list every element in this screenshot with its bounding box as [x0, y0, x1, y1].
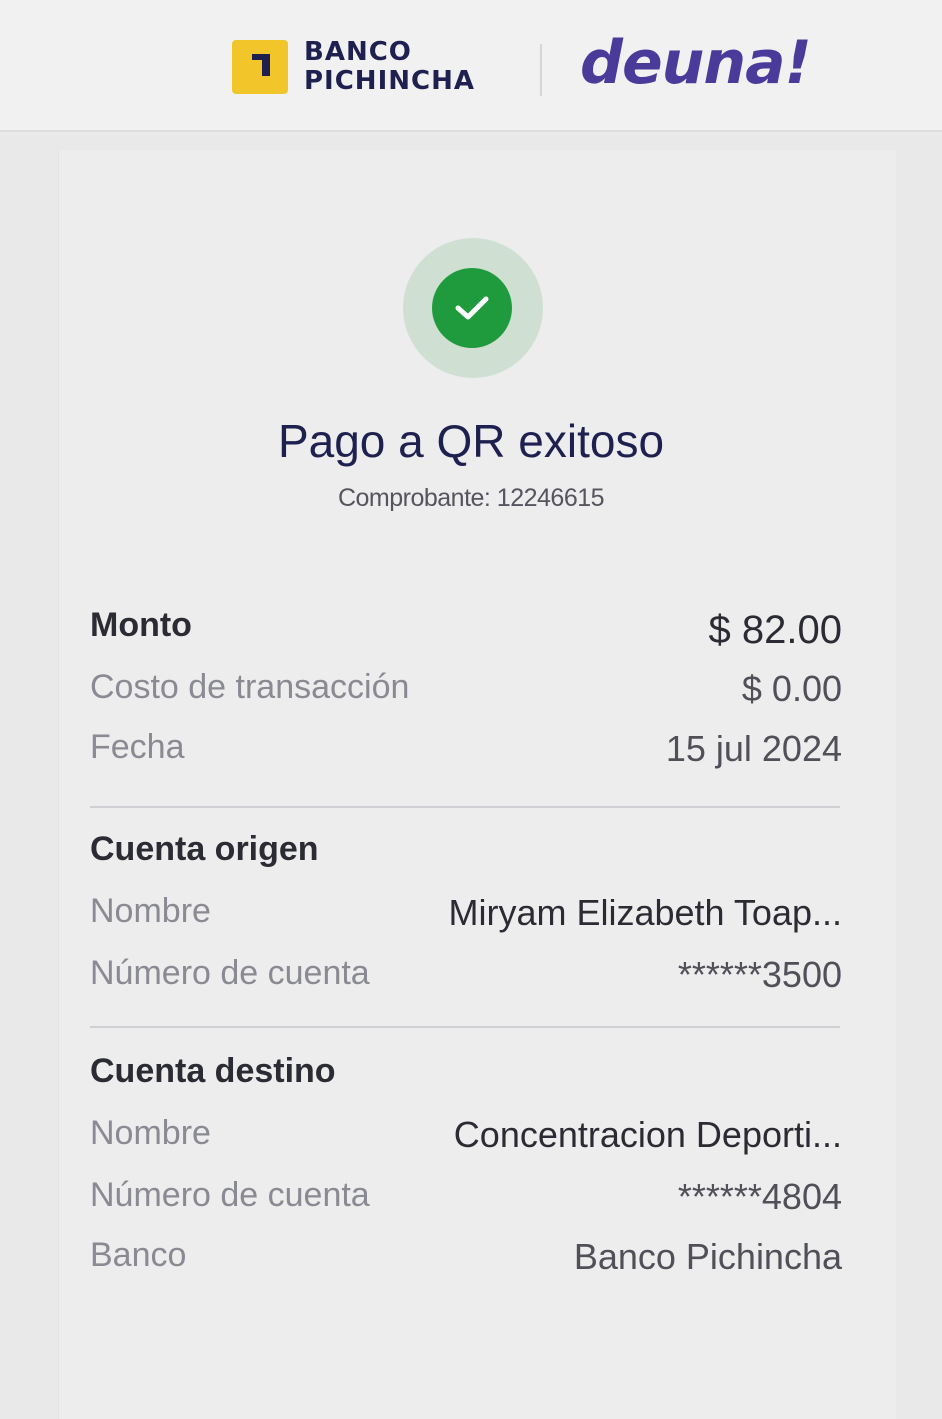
destination-bank-label: Banco — [90, 1236, 187, 1274]
destination-account-value: ******4804 — [677, 1176, 842, 1217]
date-row: Fecha 15 jul 2024 — [90, 728, 842, 772]
header: BANCO PICHINCHA deuna! — [0, 0, 942, 132]
bank-name-line2: PICHINCHA — [304, 66, 475, 96]
divider — [90, 1026, 840, 1028]
fee-value: $ 0.00 — [741, 668, 842, 709]
deuna-logo: deuna! — [580, 28, 812, 98]
origin-account-row: Número de cuenta ******3500 — [90, 954, 842, 998]
origin-account-value: ******3500 — [677, 954, 842, 995]
destination-name-value: Concentracion Deporti... — [453, 1114, 842, 1155]
origin-account-label: Número de cuenta — [90, 954, 370, 992]
receipt-number: Comprobante: 12246615 — [337, 484, 605, 512]
destination-section-title: Cuenta destino — [90, 1052, 336, 1090]
divider — [90, 806, 840, 808]
destination-bank-row: Banco Banco Pichincha — [90, 1236, 842, 1280]
amount-label: Monto — [90, 606, 192, 644]
date-label: Fecha — [90, 728, 185, 766]
amount-row: Monto $ 82.00 — [90, 606, 842, 652]
destination-name-label: Nombre — [90, 1114, 211, 1152]
destination-account-row: Número de cuenta ******4804 — [90, 1176, 842, 1220]
amount-value: $ 82.00 — [708, 608, 842, 652]
origin-name-value: Miryam Elizabeth Toap... — [448, 892, 842, 933]
logo-divider — [540, 44, 542, 96]
bank-name-line1: BANCO — [304, 37, 412, 67]
banco-pichincha-logo-icon — [232, 40, 288, 94]
page-title: Pago a QR exitoso — [277, 415, 665, 467]
bank-name: BANCO PICHINCHA — [304, 38, 475, 96]
destination-name-row: Nombre Concentracion Deporti... — [90, 1114, 842, 1158]
origin-section-title: Cuenta origen — [90, 830, 319, 868]
fee-label: Costo de transacción — [90, 668, 410, 706]
check-icon — [432, 268, 512, 348]
destination-bank-value: Banco Pichincha — [573, 1236, 842, 1277]
fee-row: Costo de transacción $ 0.00 — [90, 668, 842, 712]
date-value: 15 jul 2024 — [665, 728, 842, 769]
origin-name-label: Nombre — [90, 892, 211, 930]
origin-name-row: Nombre Miryam Elizabeth Toap... — [90, 892, 842, 936]
destination-account-label: Número de cuenta — [90, 1176, 370, 1214]
